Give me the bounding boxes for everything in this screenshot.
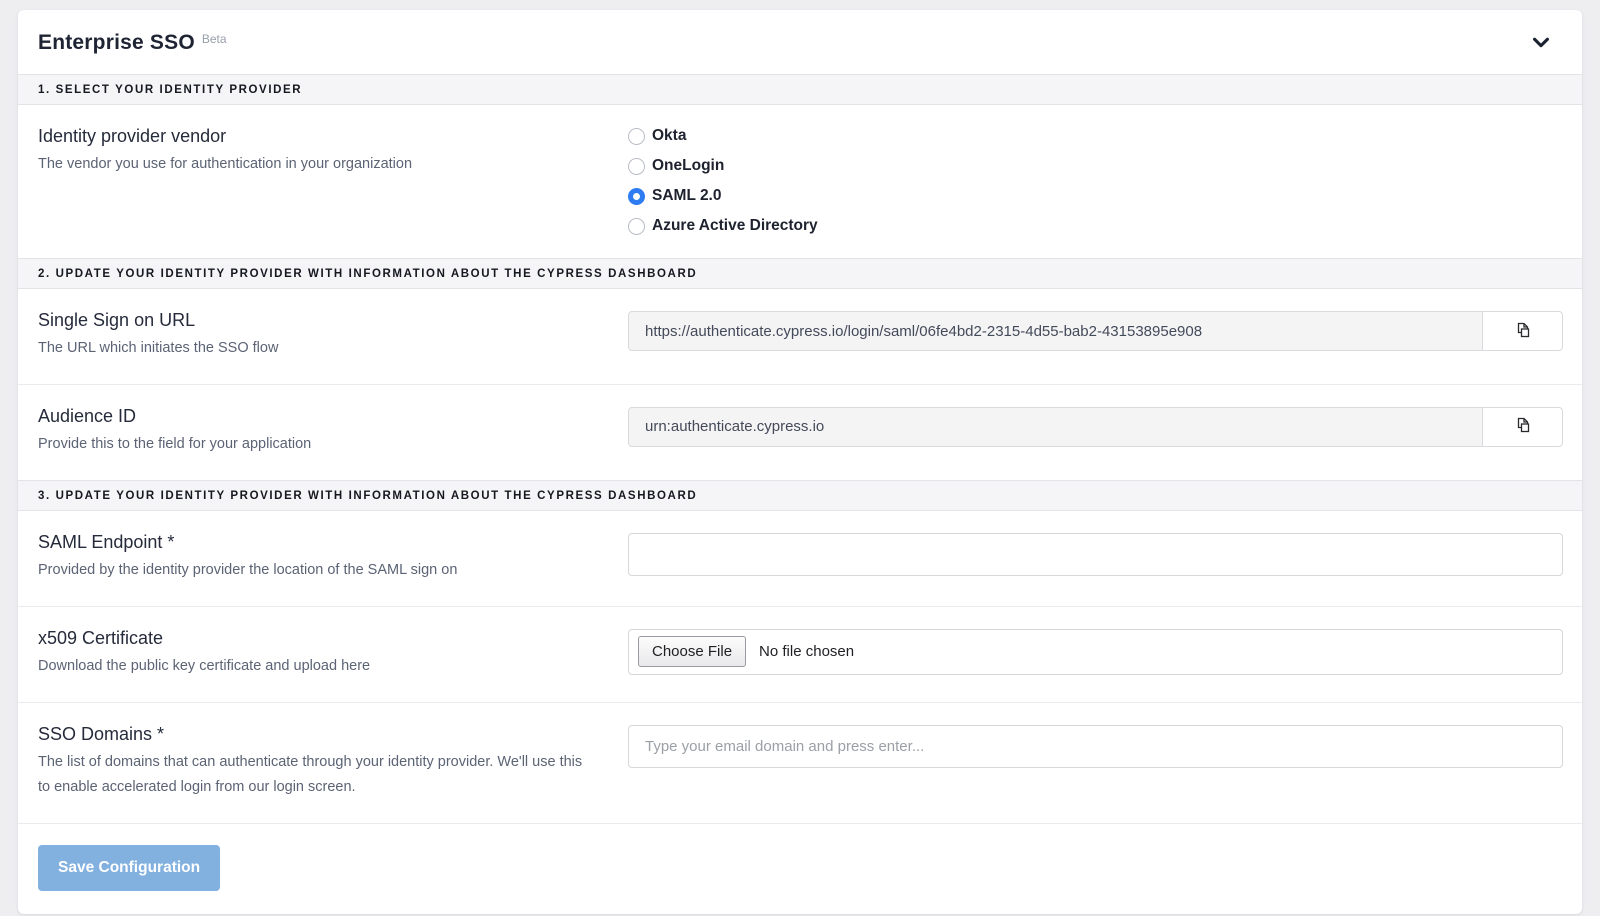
sso-domains-input[interactable] [628,725,1563,768]
form-row-sso-domains: SSO Domains * The list of domains that c… [18,702,1582,823]
radio-option-azure-active-directory[interactable]: Azure Active Directory [628,217,1563,235]
x509-certificate-description: Download the public key certificate and … [38,654,598,679]
copy-icon [1513,415,1533,438]
single-sign-on-url-input[interactable] [628,311,1483,351]
form-row-identity-provider: Identity provider vendor The vendor you … [18,105,1582,258]
copy-icon [1513,320,1533,343]
saml-endpoint-description: Provided by the identity provider the lo… [38,558,598,583]
collapse-panel-button[interactable] [1526,27,1556,60]
x509-certificate-file-input[interactable]: Choose File No file chosen [628,629,1563,675]
beta-badge: Beta [202,32,227,46]
panel-title: Enterprise SSO [38,31,195,55]
panel-header: Enterprise SSO Beta [18,10,1582,74]
sso-domains-label: SSO Domains * [38,724,604,745]
form-row-audience-id: Audience ID Provide this to the field fo… [18,384,1582,480]
radio-button-icon[interactable] [628,128,645,145]
single-sign-on-url-label: Single Sign on URL [38,310,604,331]
radio-option-onelogin[interactable]: OneLogin [628,157,1563,175]
enterprise-sso-panel: Enterprise SSO Beta 1. SELECT YOUR IDENT… [18,10,1582,914]
identity-provider-radio-group: Okta OneLogin SAML 2.0 Azure Active Dire… [628,126,1563,235]
audience-id-label: Audience ID [38,406,604,427]
radio-button-icon[interactable] [628,218,645,235]
x509-certificate-label: x509 Certificate [38,628,604,649]
form-row-saml-endpoint: SAML Endpoint * Provided by the identity… [18,511,1582,606]
choose-file-button[interactable]: Choose File [638,636,746,667]
identity-provider-description: The vendor you use for authentication in… [38,152,598,177]
copy-audience-id-button[interactable] [1483,407,1563,447]
identity-provider-label: Identity provider vendor [38,126,604,147]
radio-option-saml-2-0[interactable]: SAML 2.0 [628,187,1563,205]
panel-footer: Save Configuration [18,823,1582,914]
sso-domains-description: The list of domains that can authenticat… [38,750,598,800]
radio-option-okta[interactable]: Okta [628,127,1563,145]
section-heading-3: 3. UPDATE YOUR IDENTITY PROVIDER WITH IN… [18,480,1582,511]
single-sign-on-url-description: The URL which initiates the SSO flow [38,336,598,361]
save-configuration-button[interactable]: Save Configuration [38,845,220,891]
file-chosen-status: No file chosen [759,643,854,660]
radio-button-selected-icon[interactable] [628,188,645,205]
audience-id-input[interactable] [628,407,1483,447]
form-row-x509-certificate: x509 Certificate Download the public key… [18,606,1582,702]
audience-id-description: Provide this to the field for your appli… [38,432,598,457]
saml-endpoint-label: SAML Endpoint * [38,532,604,553]
form-row-single-sign-on-url: Single Sign on URL The URL which initiat… [18,289,1582,384]
saml-endpoint-input[interactable] [628,533,1563,576]
radio-button-icon[interactable] [628,158,645,175]
section-heading-2: 2. UPDATE YOUR IDENTITY PROVIDER WITH IN… [18,258,1582,289]
section-heading-1: 1. SELECT YOUR IDENTITY PROVIDER [18,74,1582,105]
chevron-down-icon [1530,31,1552,56]
copy-sso-url-button[interactable] [1483,311,1563,351]
